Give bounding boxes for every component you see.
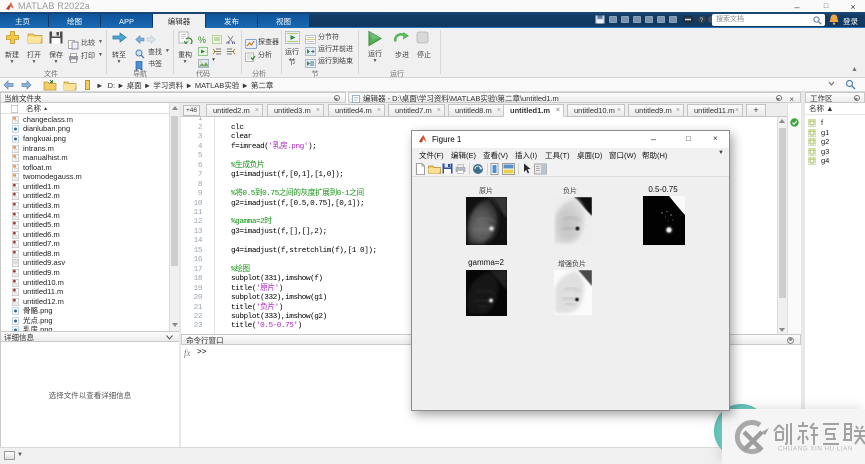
svg-text:?: ? bbox=[700, 17, 704, 24]
svg-text:CHUANG XIN HU LIAN: CHUANG XIN HU LIAN bbox=[778, 446, 853, 453]
